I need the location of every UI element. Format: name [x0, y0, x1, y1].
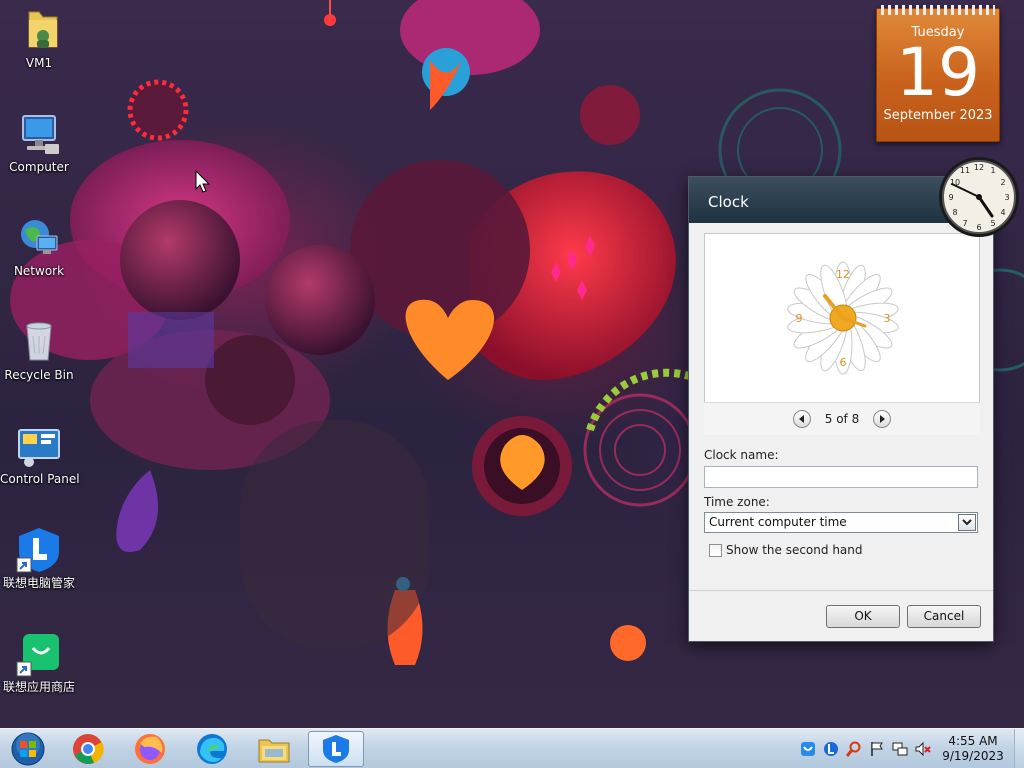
lenovo-pc-manager-icon — [15, 526, 63, 574]
analog-clock-gadget[interactable]: 12369 1245 781011 — [934, 154, 1024, 240]
second-hand-option[interactable]: Show the second hand — [709, 543, 863, 557]
svg-text:4: 4 — [1000, 208, 1005, 217]
next-clock-button[interactable] — [873, 410, 892, 428]
second-hand-checkbox[interactable] — [709, 543, 722, 557]
svg-text:3: 3 — [1004, 193, 1009, 202]
desktop-icon-label: 联想应用商店 — [2, 680, 75, 694]
show-desktop-button[interactable] — [1014, 729, 1024, 768]
start-button[interactable] — [0, 731, 56, 767]
taskbar-edge[interactable] — [184, 731, 240, 767]
desktop-icon-label: Network — [13, 264, 65, 278]
daisy-clock-face-icon: 12 3 6 9 — [787, 261, 899, 375]
system-tray: 4:55 AM 9/19/2023 — [798, 729, 1024, 768]
dialog-divider — [689, 590, 993, 591]
flag-icon[interactable] — [867, 739, 887, 759]
svg-text:11: 11 — [960, 166, 970, 175]
desktop-icon-vm1[interactable]: VM1 — [0, 6, 78, 70]
desktop-icon-control-panel[interactable]: Control Panel — [0, 422, 80, 486]
computer-icon — [15, 110, 63, 158]
svg-text:12: 12 — [974, 163, 984, 172]
clock-name-label: Clock name: — [704, 448, 779, 462]
calendar-gadget[interactable]: Tuesday 19 September 2023 — [876, 5, 1000, 142]
calendar-month-year: September 2023 — [883, 108, 993, 123]
lenovo-shield-icon[interactable] — [798, 739, 818, 759]
file-explorer-icon — [258, 739, 290, 763]
svg-text:2: 2 — [1000, 178, 1005, 187]
start-orb-icon — [11, 732, 45, 766]
chevron-down-icon[interactable] — [958, 514, 976, 531]
clock-face-number: 9 — [796, 312, 803, 325]
time-zone-selected-value: Current computer time — [709, 515, 847, 529]
clock-pager: 5 of 8 — [704, 402, 980, 435]
desktop-icon-lenovo-app-store[interactable]: 联想应用商店 — [0, 630, 78, 694]
taskbar-lenovo-manager[interactable] — [308, 731, 364, 767]
volume-muted-icon[interactable] — [913, 739, 933, 759]
calendar-rings — [881, 5, 995, 15]
taskbar-chrome[interactable] — [60, 731, 116, 767]
desktop-icon-label: Recycle Bin — [4, 368, 74, 382]
clock-face-number: 3 — [884, 312, 891, 325]
arrow-right-icon — [880, 415, 886, 423]
ok-button[interactable]: OK — [826, 605, 900, 628]
taskbar-firefox[interactable] — [122, 731, 178, 767]
edge-icon — [197, 734, 227, 764]
taskbar: 4:55 AM 9/19/2023 — [0, 728, 1024, 768]
lenovo-l-icon[interactable] — [821, 739, 841, 759]
time-zone-label: Time zone: — [704, 495, 770, 509]
desktop-icon-label: VM1 — [25, 56, 53, 70]
mouse-cursor-icon — [195, 170, 211, 193]
taskbar-file-explorer[interactable] — [246, 731, 302, 767]
second-hand-label: Show the second hand — [726, 543, 863, 557]
search-icon[interactable] — [844, 739, 864, 759]
taskbar-date: 9/19/2023 — [942, 749, 1004, 763]
svg-text:6: 6 — [976, 223, 981, 232]
desktop-icon-network[interactable]: Network — [0, 214, 78, 278]
taskbar-time: 4:55 AM — [948, 734, 998, 748]
clock-face-number: 12 — [836, 268, 850, 281]
svg-text:7: 7 — [962, 219, 967, 228]
user-folder-icon — [15, 6, 63, 54]
pager-text: 5 of 8 — [824, 412, 860, 426]
desktop-icon-label: Control Panel — [0, 472, 80, 486]
network-icon[interactable] — [890, 739, 910, 759]
clock-name-input[interactable] — [704, 466, 978, 488]
svg-text:1: 1 — [990, 166, 995, 175]
svg-text:9: 9 — [948, 193, 953, 202]
clock-face-number: 6 — [840, 356, 847, 369]
desktop-icon-recycle-bin[interactable]: Recycle Bin — [0, 318, 78, 382]
clock-settings-dialog: Clock 12 3 6 9 5 of 8 Clock name: Time z… — [688, 176, 994, 642]
cancel-button[interactable]: Cancel — [907, 605, 981, 628]
time-zone-select[interactable]: Current computer time — [704, 512, 978, 533]
svg-text:5: 5 — [990, 219, 995, 228]
desktop-icon-label: 联想电脑管家 — [2, 576, 75, 590]
calendar-day: 19 — [896, 34, 980, 111]
control-panel-icon — [15, 422, 63, 470]
recycle-bin-icon — [15, 318, 63, 366]
firefox-icon — [135, 734, 165, 764]
svg-text:8: 8 — [952, 208, 957, 217]
lenovo-manager-icon — [323, 735, 349, 763]
desktop-icon-lenovo-pc-manager[interactable]: 联想电脑管家 — [0, 526, 78, 590]
desktop-icon-computer[interactable]: Computer — [0, 110, 78, 174]
taskbar-clock[interactable]: 4:55 AM 9/19/2023 — [936, 734, 1010, 764]
desktop-icon-label: Computer — [9, 160, 69, 174]
chrome-icon — [73, 734, 104, 764]
previous-clock-button[interactable] — [792, 410, 811, 428]
arrow-left-icon — [798, 415, 804, 423]
network-globe-icon — [15, 214, 63, 262]
lenovo-app-store-icon — [15, 630, 63, 678]
